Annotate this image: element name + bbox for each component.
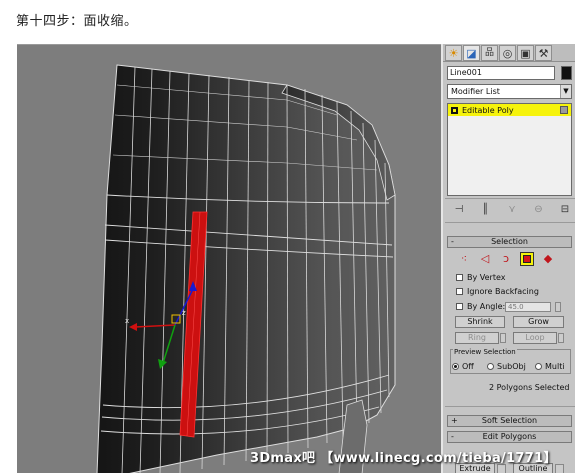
motion-tab[interactable]: ◎ bbox=[499, 45, 516, 61]
display-tab[interactable]: ▣ bbox=[517, 45, 534, 61]
preview-subobj-radio[interactable]: SubObj bbox=[487, 362, 526, 371]
configure-sets-icon[interactable]: ⊟ bbox=[557, 204, 573, 215]
remove-modifier-icon[interactable]: ⊖ bbox=[531, 204, 547, 215]
rollout-title: Soft Selection bbox=[481, 416, 538, 425]
checkbox-label: By Vertex bbox=[467, 273, 506, 282]
display-icon: ▣ bbox=[520, 46, 531, 60]
stack-item-label: Editable Poly bbox=[462, 105, 514, 115]
expand-sign: + bbox=[451, 416, 458, 425]
selection-rollout-header[interactable]: - Selection bbox=[447, 236, 572, 248]
hierarchy-tab[interactable]: 品 bbox=[481, 45, 498, 61]
svg-text:x: x bbox=[125, 317, 129, 325]
edit-polygons-rollout-header[interactable]: - Edit Polygons bbox=[447, 431, 572, 443]
motion-icon: ◎ bbox=[502, 46, 513, 60]
ring-spinner[interactable] bbox=[500, 333, 506, 343]
command-panel: ☀ ◪ 品 ◎ ▣ ⚒ Line001 Modifier List ▼ Edit… bbox=[441, 44, 575, 473]
radio-button[interactable] bbox=[535, 363, 542, 370]
divider bbox=[445, 406, 575, 407]
stack-item-editable-poly[interactable]: Editable Poly bbox=[448, 104, 571, 116]
show-end-result-icon[interactable]: ║ bbox=[478, 204, 494, 215]
hierarchy-icon: 品 bbox=[484, 47, 494, 58]
svg-text:z: z bbox=[182, 309, 186, 317]
radio-label: Off bbox=[462, 362, 474, 371]
viewport-perspective[interactable]: z x bbox=[17, 44, 442, 473]
collapse-sign: - bbox=[451, 237, 454, 246]
radio-button[interactable] bbox=[452, 363, 459, 370]
modifier-stack[interactable]: Editable Poly bbox=[447, 103, 572, 196]
checkbox[interactable] bbox=[456, 303, 463, 310]
preview-selection-label: Preview Selection bbox=[453, 348, 517, 356]
pin-stack-icon[interactable]: ⊣ bbox=[451, 204, 467, 215]
by-vertex-checkbox[interactable]: By Vertex bbox=[456, 272, 505, 283]
modify-tab[interactable]: ◪ bbox=[463, 45, 480, 61]
radio-label: SubObj bbox=[497, 362, 526, 371]
radio-button[interactable] bbox=[487, 363, 494, 370]
lightbulb-icon[interactable] bbox=[451, 106, 458, 114]
preview-off-radio[interactable]: Off bbox=[452, 362, 474, 371]
modifier-list-label: Modifier List bbox=[451, 87, 500, 96]
border-icon[interactable]: ↄ bbox=[499, 252, 513, 266]
subobject-icon bbox=[560, 106, 568, 114]
ring-button[interactable]: Ring bbox=[455, 332, 499, 344]
checkbox-label: Ignore Backfacing bbox=[467, 287, 539, 296]
chevron-down-icon: ▼ bbox=[560, 85, 571, 98]
divider bbox=[445, 222, 575, 223]
angle-spinner[interactable] bbox=[555, 302, 561, 312]
watermark: 3Dmax吧 【www.linecg.com/tieba/1771】 bbox=[250, 451, 557, 466]
vertex-icon[interactable]: ⁖ bbox=[457, 252, 471, 266]
mesh-canvas[interactable]: z x bbox=[17, 45, 442, 473]
subobject-level-toolbar: ⁖ ◁ ↄ ◆ bbox=[457, 251, 567, 267]
rollout-title: Selection bbox=[491, 237, 528, 246]
ignore-backfacing-checkbox[interactable]: Ignore Backfacing bbox=[456, 286, 539, 297]
radio-label: Multi bbox=[545, 362, 565, 371]
element-icon[interactable]: ◆ bbox=[541, 252, 555, 266]
object-color-swatch[interactable] bbox=[561, 66, 572, 80]
step-title: 第十四步：面收缩。 bbox=[16, 14, 138, 29]
rollout-title: Edit Polygons bbox=[482, 432, 537, 441]
checkbox[interactable] bbox=[456, 288, 463, 295]
modifier-list-dropdown[interactable]: Modifier List ▼ bbox=[447, 84, 572, 99]
by-angle-checkbox[interactable]: By Angle: bbox=[456, 301, 505, 312]
modify-icon: ◪ bbox=[466, 46, 477, 60]
selection-status: 2 Polygons Selected bbox=[489, 383, 570, 392]
edge-icon[interactable]: ◁ bbox=[478, 252, 492, 266]
loop-button[interactable]: Loop bbox=[513, 332, 557, 344]
loop-spinner[interactable] bbox=[558, 333, 564, 343]
checkbox[interactable] bbox=[456, 274, 463, 281]
create-tab[interactable]: ☀ bbox=[445, 45, 462, 61]
angle-input[interactable]: 45.0 bbox=[505, 302, 551, 312]
shrink-button[interactable]: Shrink bbox=[455, 316, 505, 328]
utilities-tab[interactable]: ⚒ bbox=[535, 45, 552, 61]
command-panel-tabs: ☀ ◪ 品 ◎ ▣ ⚒ bbox=[443, 44, 575, 62]
utilities-icon: ⚒ bbox=[538, 46, 549, 60]
polygon-icon[interactable] bbox=[520, 252, 534, 266]
soft-selection-rollout-header[interactable]: + Soft Selection bbox=[447, 415, 572, 427]
make-unique-icon[interactable]: ⋎ bbox=[504, 204, 520, 215]
object-name-field[interactable]: Line001 bbox=[447, 66, 555, 80]
stack-toolbar: ⊣ ║ ⋎ ⊖ ⊟ bbox=[451, 202, 573, 216]
grow-button[interactable]: Grow bbox=[513, 316, 564, 328]
divider bbox=[445, 198, 575, 199]
sun-icon: ☀ bbox=[448, 46, 459, 60]
collapse-sign: - bbox=[451, 432, 454, 441]
checkbox-label: By Angle: bbox=[467, 302, 506, 311]
preview-multi-radio[interactable]: Multi bbox=[535, 362, 565, 371]
